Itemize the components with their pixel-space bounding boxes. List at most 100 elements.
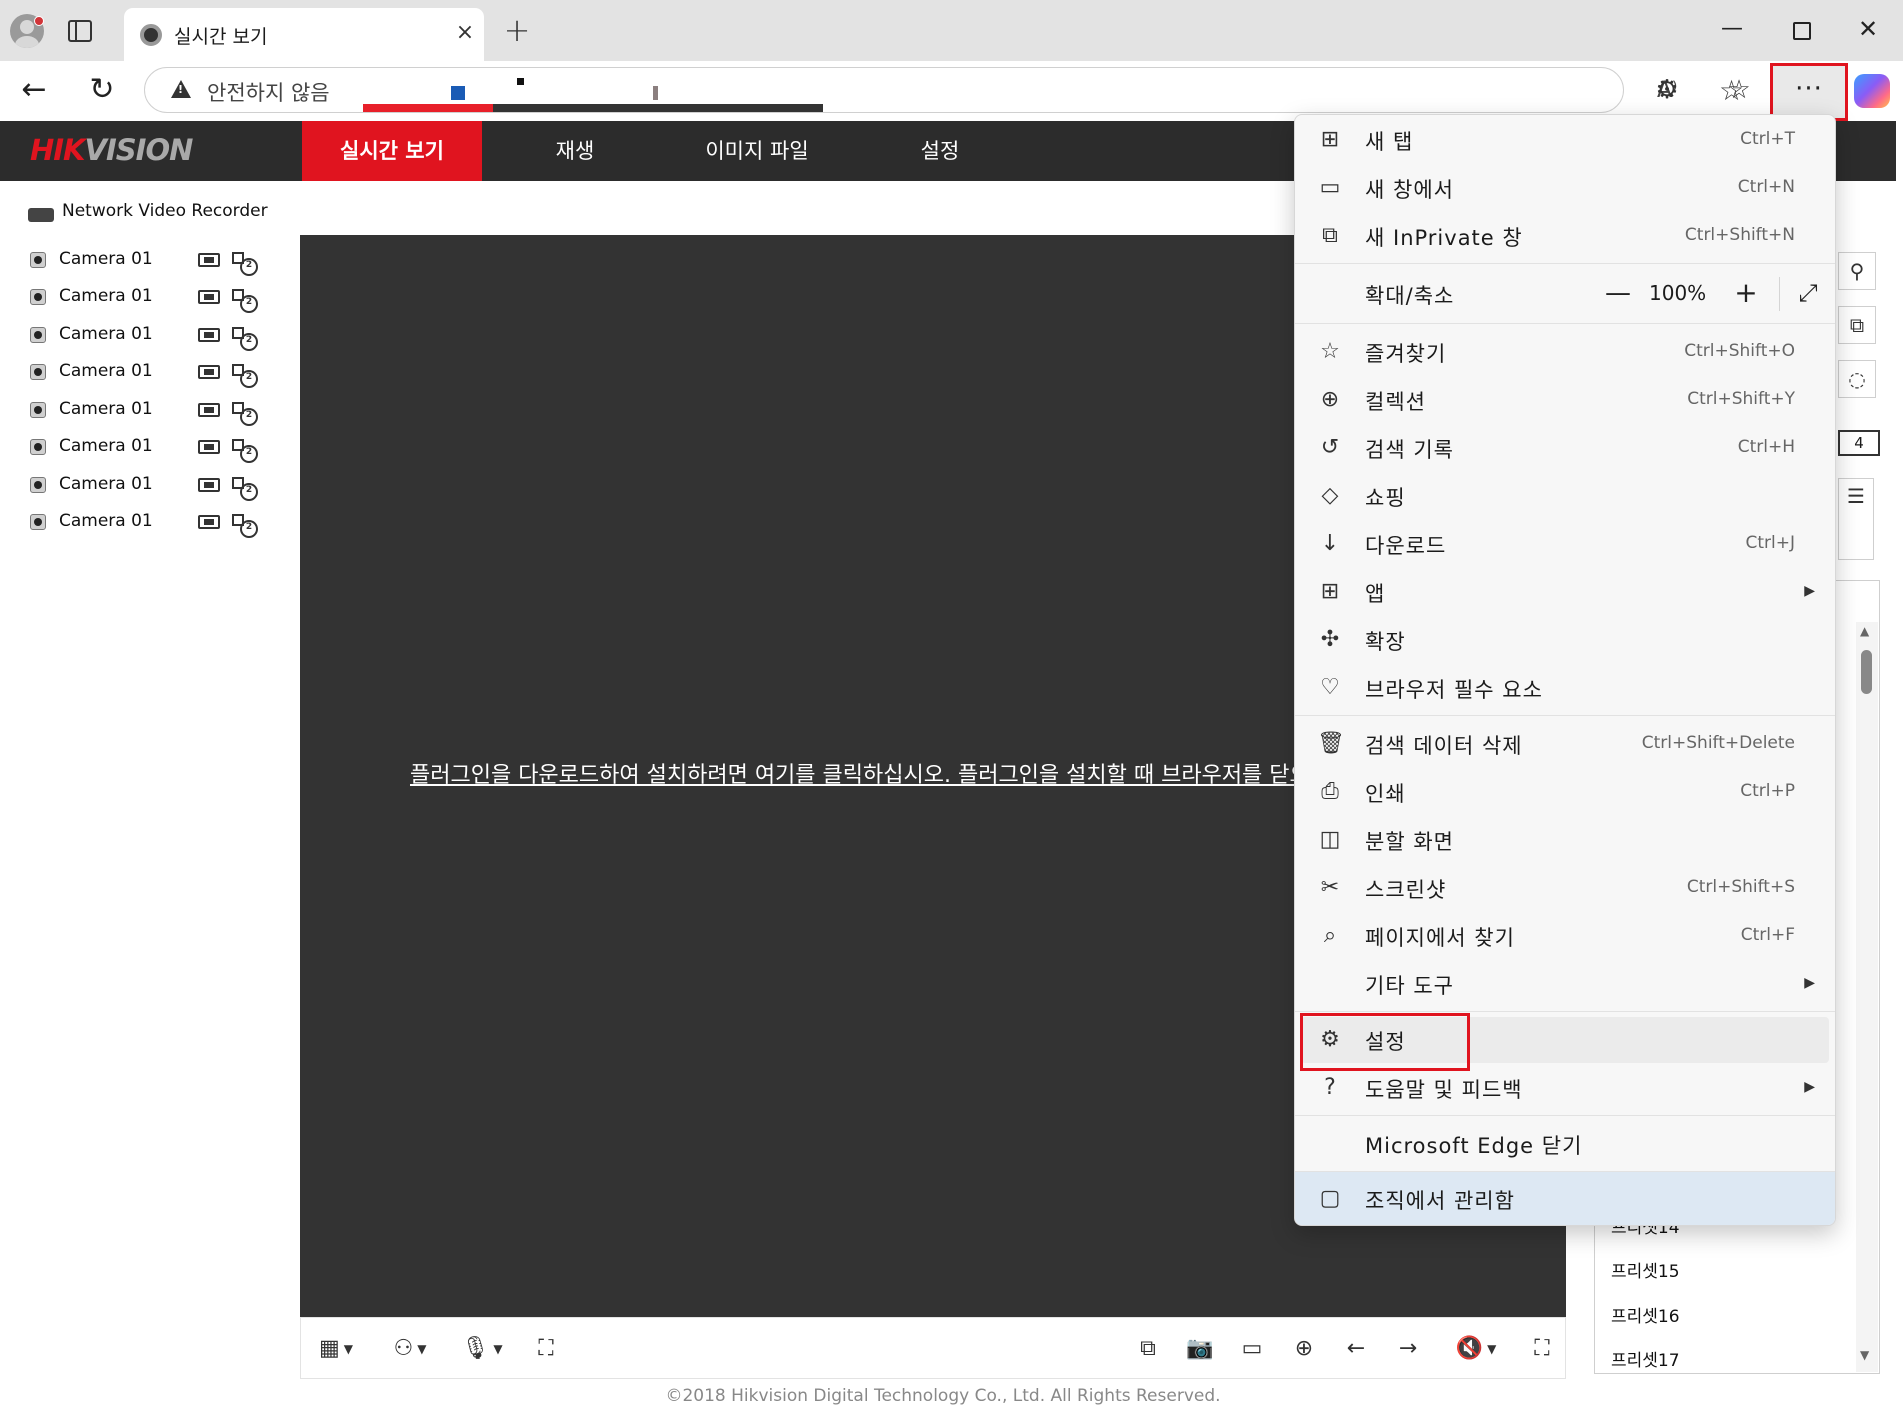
back-button[interactable]: ← xyxy=(16,73,52,109)
favorites-icon[interactable]: ☆ xyxy=(1724,75,1754,105)
tab-close-icon[interactable]: × xyxy=(452,20,478,46)
menu-item-new-tab[interactable]: ⊞ 새 탭 Ctrl+T xyxy=(1301,117,1829,163)
preset-scrollbar[interactable]: ▲ ▼ xyxy=(1856,622,1878,1372)
warning-icon xyxy=(171,80,191,98)
camera-row[interactable]: Camera 01 xyxy=(30,508,270,538)
menu-item-favorites[interactable]: ☆ 즐겨찾기 Ctrl+Shift+O xyxy=(1301,329,1829,375)
camera-row[interactable]: Camera 01 xyxy=(30,283,270,313)
menu-item-managed-by-org[interactable]: ▢ 조직에서 관리함 xyxy=(1295,1172,1835,1225)
menu-item-print[interactable]: ⎙ 인쇄 Ctrl+P xyxy=(1301,769,1829,815)
menu-item-apps[interactable]: ⊞ 앱 ▶ xyxy=(1301,569,1829,615)
camera-icon xyxy=(30,364,46,380)
preset-item[interactable]: 프리셋17 xyxy=(1611,1346,1680,1371)
reload-button[interactable]: ↻ xyxy=(84,73,120,109)
address-bar[interactable]: 안전하지 않음 A⁾ ☆ xyxy=(144,67,1744,113)
nav-tab-configuration[interactable]: 설정 xyxy=(850,121,1030,181)
stream-select-icon[interactable] xyxy=(230,512,258,538)
stream-select-icon[interactable] xyxy=(230,250,258,276)
security-status[interactable]: 안전하지 않음 xyxy=(207,77,330,107)
stream-select-icon[interactable] xyxy=(230,437,258,463)
volume-mute-button[interactable]: 🔇 ▼ xyxy=(1451,1334,1501,1364)
zoom-out-button[interactable]: — xyxy=(1601,277,1635,311)
stream-select-icon[interactable] xyxy=(230,475,258,501)
nav-tab-picture[interactable]: 이미지 파일 xyxy=(667,121,847,181)
nav-tab-playback[interactable]: 재생 xyxy=(485,121,665,181)
preset-item[interactable]: 프리셋16 xyxy=(1611,1302,1680,1327)
digital-zoom-icon[interactable]: ⊕ xyxy=(1289,1334,1319,1364)
window-maximize-button[interactable] xyxy=(1780,12,1820,46)
record-all-icon[interactable]: ▭ xyxy=(1237,1334,1267,1364)
stream-type-button[interactable]: ⚇ ▼ xyxy=(385,1334,435,1364)
audio-device-icon[interactable]: ⛶ xyxy=(531,1334,561,1364)
menu-item-clear-browsing-data[interactable]: 🗑 검색 데이터 삭제 Ctrl+Shift+Delete xyxy=(1301,721,1829,767)
previous-page-icon[interactable]: ← xyxy=(1341,1334,1371,1364)
capture-icon[interactable]: 📷 xyxy=(1185,1334,1215,1364)
record-icon[interactable] xyxy=(198,328,220,342)
stop-all-preview-icon[interactable]: ⧉ xyxy=(1133,1334,1163,1364)
camera-row[interactable]: Camera 01 xyxy=(30,358,270,388)
preset-tab-button[interactable]: ☰ xyxy=(1838,478,1874,560)
record-icon[interactable] xyxy=(198,290,220,304)
stream-select-icon[interactable] xyxy=(230,400,258,426)
menu-item-shopping[interactable]: ◇ 쇼핑 xyxy=(1301,473,1829,519)
settings-and-more-button[interactable]: ··· xyxy=(1770,63,1848,121)
window-close-button[interactable]: ✕ xyxy=(1848,12,1888,46)
stream-select-icon[interactable] xyxy=(230,362,258,388)
zoom-in-button[interactable]: + xyxy=(1729,277,1763,311)
device-label[interactable]: Network Video Recorder xyxy=(62,201,268,221)
browser-tab-live-view[interactable]: 실시간 보기 × xyxy=(124,8,484,61)
scroll-down-icon[interactable]: ▼ xyxy=(1860,1348,1869,1362)
ptz-focus-button[interactable]: ⧉ xyxy=(1838,306,1876,344)
menu-label: 다운로드 xyxy=(1365,534,1447,558)
menu-item-split-screen[interactable]: ◫ 분할 화면 xyxy=(1301,817,1829,863)
record-icon[interactable] xyxy=(198,478,220,492)
microphone-button[interactable]: 🎙 ▼ xyxy=(457,1334,507,1364)
ptz-speed-value[interactable]: 4 xyxy=(1838,430,1880,456)
scroll-thumb[interactable] xyxy=(1861,650,1872,694)
camera-row[interactable]: Camera 01 xyxy=(30,433,270,463)
record-icon[interactable] xyxy=(198,403,220,417)
nav-tab-live-view[interactable]: 실시간 보기 xyxy=(302,121,482,181)
menu-item-help-feedback[interactable]: ? 도움말 및 피드백 ▶ xyxy=(1301,1065,1829,1111)
camera-icon xyxy=(30,514,46,530)
new-tab-button[interactable]: + xyxy=(500,14,534,48)
ptz-zoom-button[interactable]: ⚲ xyxy=(1838,252,1876,290)
window-minimize-button[interactable]: — xyxy=(1712,12,1752,46)
menu-item-more-tools[interactable]: 기타 도구 ▶ xyxy=(1301,961,1829,1007)
record-icon[interactable] xyxy=(198,365,220,379)
menu-item-new-window[interactable]: ▭ 새 창에서 Ctrl+N xyxy=(1301,165,1829,211)
camera-row[interactable]: Camera 01 xyxy=(30,321,270,351)
tab-actions-icon[interactable] xyxy=(68,20,92,42)
camera-row[interactable]: Camera 01 xyxy=(30,471,270,501)
fullscreen-button[interactable]: ⤢ xyxy=(1791,277,1825,311)
camera-row[interactable]: Camera 01 xyxy=(30,396,270,426)
stream-select-icon[interactable] xyxy=(230,325,258,351)
record-icon[interactable] xyxy=(198,253,220,267)
record-icon[interactable] xyxy=(198,515,220,529)
submenu-arrow-icon: ▶ xyxy=(1804,583,1815,599)
ptz-iris-button[interactable]: ◌ xyxy=(1838,360,1876,398)
menu-label: 확대/축소 xyxy=(1365,284,1455,308)
menu-item-collections[interactable]: ⊕ 컬렉션 Ctrl+Shift+Y xyxy=(1301,377,1829,423)
menu-item-extensions[interactable]: ✣ 확장 xyxy=(1301,617,1829,663)
menu-item-downloads[interactable]: ↓ 다운로드 Ctrl+J xyxy=(1301,521,1829,567)
camera-row[interactable]: Camera 01 xyxy=(30,246,270,276)
copilot-icon[interactable] xyxy=(1854,74,1890,108)
camera-icon xyxy=(30,439,46,455)
menu-item-screenshot[interactable]: ✂ 스크린샷 Ctrl+Shift+S xyxy=(1301,865,1829,911)
scroll-up-icon[interactable]: ▲ xyxy=(1860,624,1869,638)
preset-item[interactable]: 프리셋15 xyxy=(1611,1257,1680,1282)
menu-item-history[interactable]: ↺ 검색 기록 Ctrl+H xyxy=(1301,425,1829,471)
menu-item-find-on-page[interactable]: ⌕ 페이지에서 찾기 Ctrl+F xyxy=(1301,913,1829,959)
menu-item-browser-essentials[interactable]: ♡ 브라우저 필수 요소 xyxy=(1301,665,1829,711)
menu-item-new-inprivate[interactable]: ⧉ 새 InPrivate 창 Ctrl+Shift+N xyxy=(1301,213,1829,259)
fullscreen-icon[interactable]: ⛶ xyxy=(1527,1334,1557,1364)
next-page-icon[interactable]: → xyxy=(1393,1334,1423,1364)
find-page-icon: ⌕ xyxy=(1323,923,1337,948)
window-layout-button[interactable]: ▦ ▼ xyxy=(311,1334,361,1364)
stream-select-icon[interactable] xyxy=(230,287,258,313)
url-redacted xyxy=(363,68,823,112)
menu-item-close-edge[interactable]: Microsoft Edge 닫기 xyxy=(1301,1121,1829,1167)
record-icon[interactable] xyxy=(198,440,220,454)
extensions-icon[interactable]: ⚙ xyxy=(1652,75,1682,105)
